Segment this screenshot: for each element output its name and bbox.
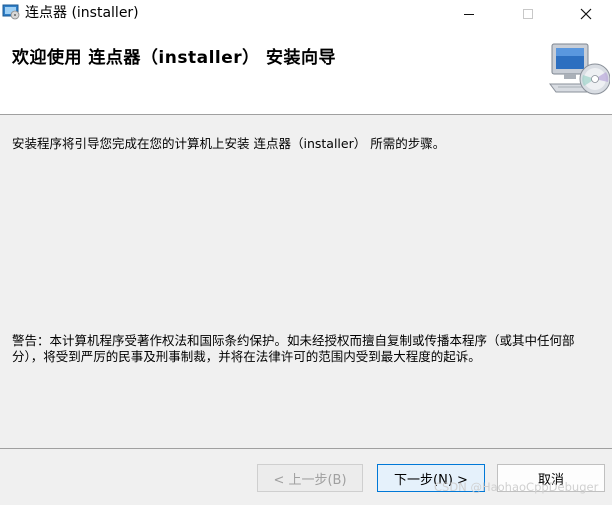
- computer-cd-icon: [549, 43, 610, 95]
- close-icon: [580, 8, 592, 20]
- wizard-banner: 欢迎使用 连点器（installer） 安装向导: [0, 28, 612, 114]
- banner-divider: [0, 114, 612, 115]
- minimize-icon: [464, 13, 474, 15]
- footer-divider: [0, 448, 612, 449]
- banner-title: 欢迎使用 连点器（installer） 安装向导: [12, 48, 337, 68]
- installer-app-icon: [2, 4, 20, 20]
- minimize-button[interactable]: [446, 0, 492, 28]
- watermark: CSDN @HaohaoCppDebuger: [434, 480, 599, 494]
- maximize-button[interactable]: [505, 0, 551, 28]
- description-text: 安装程序将引导您完成在您的计算机上安装 连点器（installer） 所需的步骤…: [12, 136, 446, 151]
- maximize-icon: [523, 9, 533, 19]
- title-bar: 连点器 (installer): [0, 0, 612, 28]
- window-title: 连点器 (installer): [25, 5, 139, 21]
- close-button[interactable]: [563, 0, 609, 28]
- copyright-warning: 警告：本计算机程序受著作权法和国际条约保护。如未经授权而擅自复制或传播本程序（或…: [12, 333, 575, 364]
- back-button[interactable]: < 上一步(B): [257, 464, 363, 492]
